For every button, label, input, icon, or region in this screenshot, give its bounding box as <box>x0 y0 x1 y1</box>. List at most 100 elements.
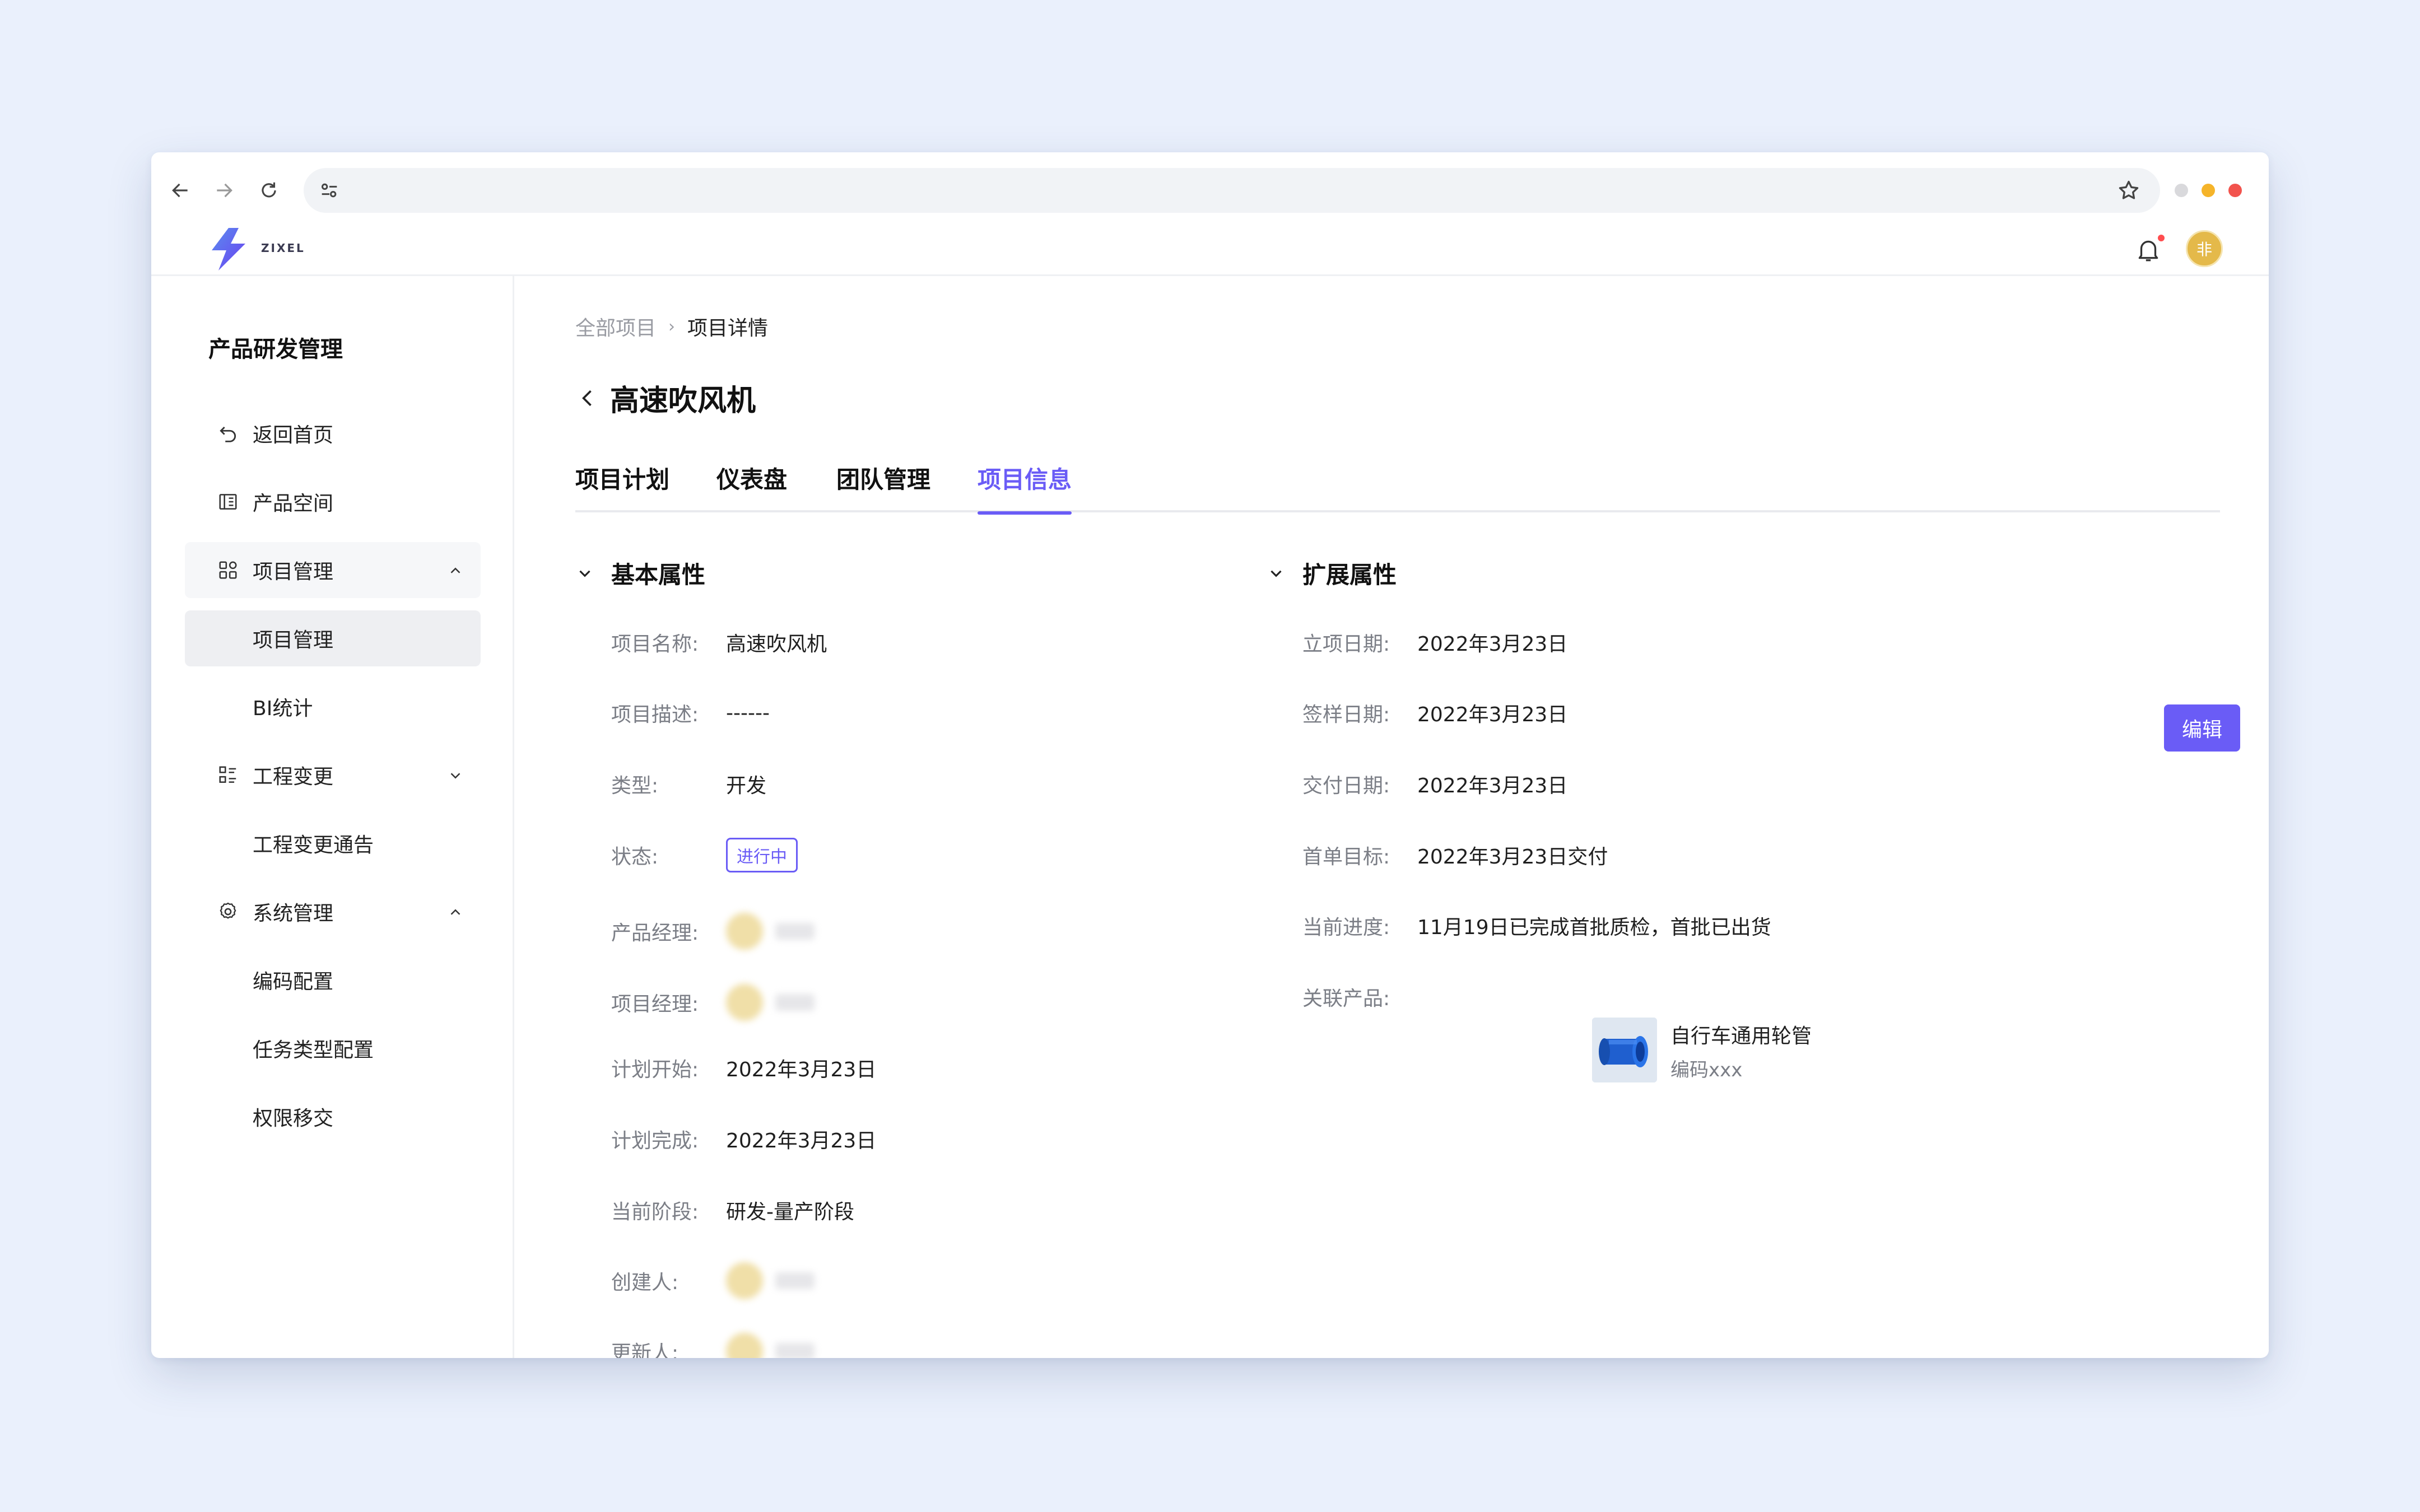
window-dot-yellow[interactable] <box>2202 184 2215 197</box>
field-value: 2022年3月23日交付 <box>1417 846 1608 869</box>
basic-section-title: 基本属性 <box>611 561 706 589</box>
extended-section-header[interactable]: 扩展属性 <box>1267 556 1397 590</box>
product-thumbnail <box>1592 1018 1657 1082</box>
app-header: ZIXEL 非 <box>151 222 2269 276</box>
product-code: 编码xxx <box>1670 1059 1743 1081</box>
blurred-name <box>775 923 815 940</box>
back-arrow-icon[interactable] <box>166 176 195 205</box>
field-label: 创建人: <box>611 1271 679 1294</box>
sidebar-item-bi-stats[interactable]: BI统计 <box>185 679 481 735</box>
field-creator: 创建人: <box>611 1258 815 1303</box>
sidebar-item-product-space[interactable]: 产品空间 <box>185 474 481 530</box>
field-label: 计划完成: <box>611 1130 699 1152</box>
chevron-right-icon: › <box>668 316 676 337</box>
field-value: 开发 <box>726 774 767 797</box>
field-label: 交付日期: <box>1302 774 1390 797</box>
field-label: 计划开始: <box>611 1058 699 1081</box>
sidebar-group-project-management[interactable]: 项目管理 <box>185 542 481 598</box>
user-avatar[interactable]: 非 <box>2186 230 2223 267</box>
page-title: 高速吹风机 <box>610 384 756 418</box>
edit-button[interactable]: 编辑 <box>2164 704 2240 752</box>
sidebar-title: 产品研发管理 <box>208 337 343 362</box>
product-info: 自行车通用轮管 编码xxx <box>1670 1018 1812 1082</box>
zixel-logo-icon[interactable] <box>206 226 257 273</box>
sidebar-item-permission-transfer[interactable]: 权限移交 <box>185 1089 481 1145</box>
avatar <box>726 1333 763 1358</box>
status-badge: 进行中 <box>726 838 798 872</box>
related-product-card[interactable]: 自行车通用轮管 编码xxx <box>1592 1018 1812 1082</box>
field-value: 2022年3月23日 <box>726 1130 877 1152</box>
sidebar-item-label: 工程变更 <box>253 766 334 788</box>
sidebar-item-label: 权限移交 <box>253 1107 334 1130</box>
gear-icon <box>220 902 236 919</box>
field-value: 高速吹风机 <box>726 633 827 656</box>
sidebar-item-home[interactable]: 返回首页 <box>185 405 481 461</box>
blurred-name <box>775 1272 815 1289</box>
field-current-stage: 当前阶段: 研发-量产阶段 <box>611 1193 854 1227</box>
sidebar-item-project-management[interactable]: 项目管理 <box>185 610 481 666</box>
window-dot-red[interactable] <box>2228 184 2242 197</box>
blurred-person <box>726 984 815 1021</box>
field-current-progress: 当前进度: 11月19日已完成首批质检，首批已出货 <box>1302 909 1771 942</box>
field-value: 研发-量产阶段 <box>726 1201 854 1224</box>
extended-section-title: 扩展属性 <box>1302 561 1397 589</box>
sidebar-item-code-config[interactable]: 编码配置 <box>185 952 481 1008</box>
field-label: 项目描述: <box>611 703 699 726</box>
sidebar-group-engineering-change[interactable]: 工程变更 <box>185 747 481 803</box>
field-value: 11月19日已完成首批质检，首批已出货 <box>1417 916 1771 939</box>
reload-icon[interactable] <box>254 176 283 205</box>
blurred-name <box>775 1343 815 1358</box>
field-value: 2022年3月23日 <box>1417 633 1568 656</box>
browser-toolbar <box>151 152 2269 222</box>
field-label: 首单目标: <box>1302 846 1390 869</box>
blurred-person <box>726 1333 815 1358</box>
sidebar-group-system-management[interactable]: 系统管理 <box>185 884 481 940</box>
sidebar-item-task-type-config[interactable]: 任务类型配置 <box>185 1020 481 1076</box>
sidebar-item-change-notice[interactable]: 工程变更通告 <box>185 815 481 871</box>
sidebar-item-label: 任务类型配置 <box>253 1039 374 1062</box>
back-chevron-icon[interactable] <box>575 386 600 410</box>
window-dot-gray[interactable] <box>2175 184 2188 197</box>
avatar <box>726 984 763 1021</box>
bookmark-star-icon[interactable] <box>2116 178 2141 203</box>
field-label: 更新人: <box>611 1342 679 1358</box>
sidebar-item-label: 项目管理 <box>253 629 334 652</box>
chevron-up-icon <box>450 567 460 573</box>
return-icon <box>220 426 236 442</box>
field-plan-finish: 计划完成: 2022年3月23日 <box>611 1122 876 1156</box>
sidebar-item-label: 系统管理 <box>253 902 334 925</box>
product-space-icon <box>219 494 237 510</box>
field-updater: 更新人: <box>611 1329 815 1358</box>
product-image-icon <box>1592 1018 1657 1082</box>
avatar <box>726 913 763 950</box>
tab-team-management[interactable]: 团队管理 <box>836 461 930 512</box>
logo-text: ZIXEL <box>261 241 305 255</box>
field-value: ------ <box>726 701 770 725</box>
sidebar: 产品研发管理 返回首页 产品空间 项目管理 项目管理 BI统计 工程变更 工程变… <box>151 276 514 1358</box>
field-label: 产品经理: <box>611 922 699 945</box>
sidebar-item-label: 编码配置 <box>253 970 334 993</box>
tab-dashboard[interactable]: 仪表盘 <box>716 461 787 512</box>
breadcrumb: 全部项目 › 项目详情 <box>575 312 768 341</box>
address-bar[interactable] <box>304 168 2160 213</box>
tab-project-info[interactable]: 项目信息 <box>978 461 1072 515</box>
field-sample-date: 签样日期: 2022年3月23日 <box>1302 696 1567 730</box>
tab-bar: 项目计划 仪表盘 团队管理 项目信息 <box>575 461 2220 515</box>
product-name[interactable]: 自行车通用轮管 <box>1670 1020 1812 1049</box>
breadcrumb-root-link[interactable]: 全部项目 <box>575 312 656 341</box>
field-label: 当前进度: <box>1302 916 1390 939</box>
basic-section-header[interactable]: 基本属性 <box>575 556 705 590</box>
field-project-manager: 项目经理: <box>611 980 815 1025</box>
field-label: 立项日期: <box>1302 633 1390 656</box>
tab-project-plan[interactable]: 项目计划 <box>575 461 669 512</box>
avatar <box>726 1262 763 1299</box>
field-label: 项目名称: <box>611 633 699 656</box>
forward-arrow-icon[interactable] <box>210 176 239 205</box>
browser-window: ZIXEL 非 产品研发管理 返回首页 产品空间 项目管理 项目管理 BI统计 <box>151 152 2269 1358</box>
chevron-down-icon <box>450 773 460 779</box>
field-value: 2022年3月23日 <box>1417 703 1568 726</box>
site-settings-icon[interactable] <box>318 179 341 202</box>
sidebar-item-label: 返回首页 <box>253 424 334 447</box>
field-label: 状态: <box>611 846 659 869</box>
breadcrumb-current: 项目详情 <box>687 317 769 340</box>
